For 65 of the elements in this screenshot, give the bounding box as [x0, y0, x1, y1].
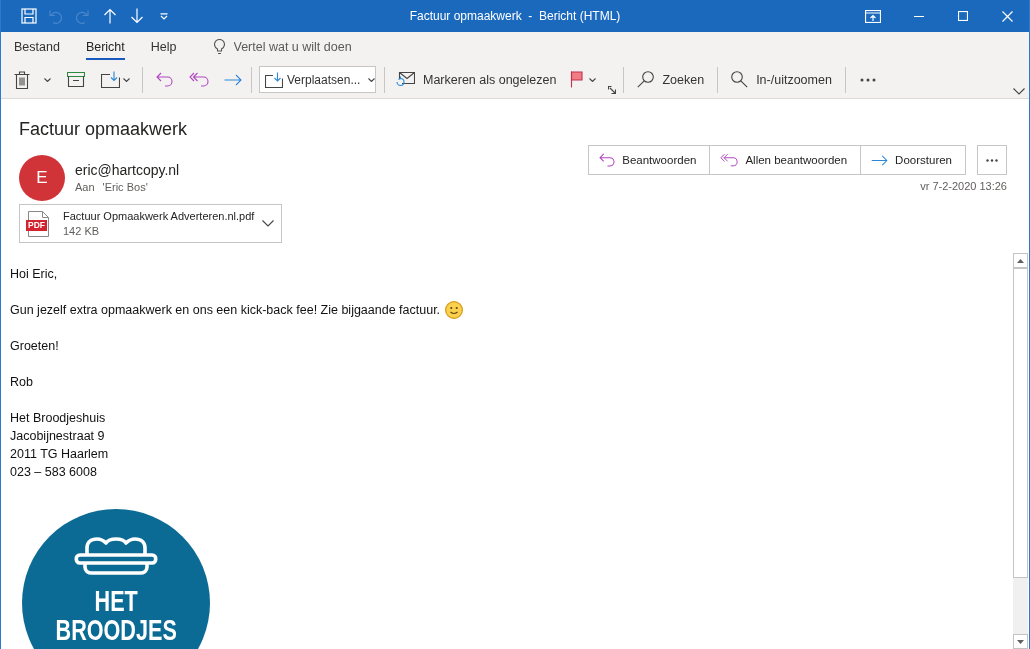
right-arrow-icon — [224, 73, 242, 86]
reply-all-arrow-icon — [720, 153, 739, 167]
quick-steps-dropdown[interactable]: Verplaatsen... — [259, 66, 376, 93]
reply-arrow-icon — [156, 72, 173, 87]
logo-text: HET BROODJES — [55, 586, 177, 644]
minimize-icon — [914, 15, 924, 17]
ribbon-tab[interactable]: Help — [150, 33, 177, 60]
scroll-up-button[interactable] — [1013, 253, 1028, 268]
reply-all-arrow-icon — [189, 72, 209, 87]
reply-arrow-icon — [599, 153, 616, 167]
attachment-size: 142 KB — [63, 223, 101, 239]
scrollbar-thumb[interactable] — [1013, 268, 1028, 578]
mark-unread-button[interactable]: Markeren als ongelezen — [393, 64, 561, 95]
message-paragraph: Groeten! — [10, 338, 59, 355]
reply-button[interactable]: Beantwoorden — [588, 145, 711, 175]
maximize-icon — [958, 11, 968, 21]
caret-icon — [123, 77, 130, 82]
envelope-icon — [396, 71, 415, 88]
message-subject: Factuur opmaakwerk — [19, 118, 189, 141]
caret-icon — [589, 77, 597, 82]
attachment-card[interactable]: PDF Factuur Opmaakwerk Adverteren.nl.pdf 142 KB — [19, 204, 282, 243]
flag-icon — [570, 71, 584, 88]
folder-arrow-icon — [101, 71, 120, 88]
ribbon-tab[interactable]: Bestand — [14, 33, 60, 60]
sender-avatar: E — [19, 155, 65, 201]
find-button[interactable]: Zoeken — [632, 64, 710, 95]
close-icon — [1001, 10, 1013, 22]
caret-icon — [44, 77, 51, 82]
tell-me-field[interactable]: Vertel wat u wilt doen — [233, 39, 394, 54]
corner-arrow-icon — [608, 86, 617, 94]
search-icon — [637, 71, 655, 88]
message-paragraph: Het Broodjeshuis Jacobijnestraat 9 2011 TG Haarlem 023 – 583 6008 — [10, 410, 109, 481]
zoom-button[interactable]: In-/uitzoomen — [726, 64, 837, 95]
vertical-scrollbar[interactable] — [1013, 253, 1028, 649]
trash-icon — [14, 70, 30, 89]
ribbon-display-icon — [865, 9, 881, 23]
message-paragraph: Hoi Eric, — [10, 266, 58, 283]
recipient-label: Aan — [75, 180, 95, 195]
window-title: Factuur opmaakwerk - Bericht (HTML) — [409, 9, 621, 23]
chevron-down-icon — [262, 220, 274, 227]
archive-box-icon — [67, 72, 85, 87]
message-paragraph: Gun jezelf extra opmaakwerk en ons een kick-back fee! Zie bijgaande factuur. — [10, 302, 441, 319]
recipient-name[interactable]: 'Eric Bos' — [102, 179, 148, 195]
more-dots-icon — [986, 158, 998, 162]
forward-button[interactable]: Doorsturen — [860, 145, 966, 175]
chevron-down-icon — [1013, 88, 1025, 95]
attachment-name: Factuur Opmaakwerk Adverteren.nl.pdf — [63, 208, 256, 224]
more-dots-icon — [859, 77, 876, 82]
sent-date: vr 7-2-2020 13:26 — [920, 179, 1007, 193]
down-triangle-icon — [1017, 639, 1024, 644]
magnifier-icon — [731, 71, 749, 88]
caret-icon — [368, 77, 376, 82]
message-paragraph: Rob — [10, 374, 33, 391]
scroll-down-button[interactable] — [1013, 634, 1028, 649]
file-type-badge: PDF — [26, 219, 47, 231]
sandwich-icon — [73, 536, 159, 576]
up-triangle-icon — [1017, 258, 1024, 263]
ribbon-tab[interactable]: Bericht — [85, 33, 125, 60]
dialog-launcher-button[interactable] — [608, 86, 617, 94]
right-arrow-icon — [871, 154, 889, 166]
sender-address[interactable]: eric@hartcopy.nl — [75, 161, 180, 179]
collapse-ribbon-button[interactable] — [1013, 88, 1025, 95]
lightbulb-icon — [213, 38, 225, 55]
reply-all-button[interactable]: Allen beantwoorden — [709, 145, 862, 175]
folder-arrow-icon — [265, 71, 283, 88]
